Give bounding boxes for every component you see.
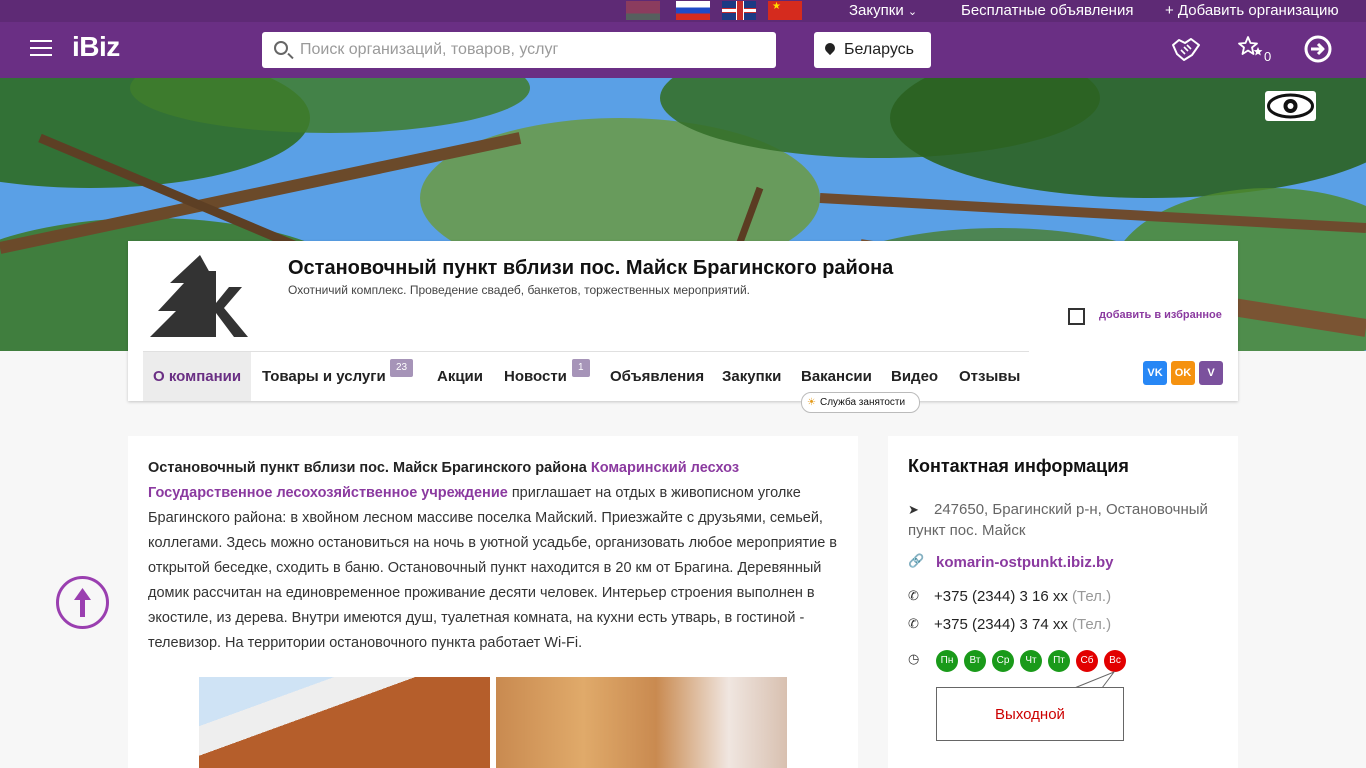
- tab-products[interactable]: Товары и услуги 23: [262, 352, 414, 401]
- flag-china-icon[interactable]: ★: [768, 1, 802, 20]
- day-tue[interactable]: Вт: [964, 650, 986, 672]
- logo[interactable]: iBiz: [72, 31, 120, 63]
- products-count-badge: 23: [390, 359, 414, 377]
- main-header: iBiz Беларусь 0: [0, 22, 1366, 78]
- tab-products-label: Товары и услуги: [262, 368, 386, 385]
- top-strip: ★ Закупки ⌄ Бесплатные объявления + Доба…: [0, 0, 1366, 22]
- flag-uk-icon[interactable]: [722, 1, 756, 20]
- favorite-checkbox[interactable]: [1068, 308, 1085, 325]
- phone-1-number: +375 (2344) 3 16 xx: [934, 588, 1068, 605]
- chevron-down-icon: ⌄: [907, 6, 918, 18]
- tab-news-label: Новости: [504, 368, 567, 385]
- day-mon[interactable]: Пн: [936, 650, 958, 672]
- company-logo: [150, 255, 248, 337]
- phone-icon: ✆: [908, 616, 919, 631]
- favorite-label[interactable]: добавить в избранное: [1099, 309, 1222, 321]
- purchases-menu[interactable]: Закупки ⌄: [849, 2, 917, 19]
- tab-about[interactable]: О компании: [143, 352, 252, 401]
- region-selector[interactable]: Беларусь: [814, 32, 931, 68]
- add-organization-link[interactable]: + Добавить организацию: [1165, 2, 1339, 19]
- phone-2-number: +375 (2344) 3 74 xx: [934, 616, 1068, 633]
- phone-1-type: (Тел.): [1072, 588, 1112, 605]
- eye-icon: [1267, 93, 1314, 119]
- vk-share-button[interactable]: VK: [1143, 361, 1167, 385]
- day-off-tooltip: Выходной: [936, 687, 1124, 741]
- day-wed[interactable]: Ср: [992, 650, 1014, 672]
- favorites-count: 0: [1264, 49, 1272, 64]
- phone-icon: ✆: [908, 588, 919, 603]
- website-link[interactable]: komarin-ostpunkt.ibiz.by: [936, 552, 1114, 573]
- jobs-service-tooltip[interactable]: Служба занятости: [801, 392, 920, 413]
- about-section: Остановочный пункт вблизи пос. Майск Бра…: [128, 436, 858, 768]
- news-count-badge: 1: [572, 359, 590, 377]
- handshake-icon[interactable]: [1170, 33, 1202, 65]
- tab-ads[interactable]: Объявления: [610, 352, 704, 401]
- contacts-panel: Контактная информация ➤ 247650, Брагинск…: [888, 436, 1238, 768]
- flag-belarus-icon[interactable]: [626, 1, 660, 20]
- tab-news[interactable]: Новости 1: [504, 352, 594, 401]
- arrow-up-icon: [74, 588, 91, 617]
- tab-purchases[interactable]: Закупки: [722, 352, 781, 401]
- location-pin-icon: [822, 40, 838, 56]
- phone-2-type: (Тел.): [1072, 616, 1112, 633]
- free-ads-link[interactable]: Бесплатные объявления: [961, 2, 1133, 19]
- login-icon[interactable]: [1302, 33, 1334, 65]
- day-thu[interactable]: Чт: [1020, 650, 1042, 672]
- flag-russia-icon[interactable]: [676, 1, 710, 20]
- scroll-to-top-button[interactable]: [56, 576, 109, 629]
- phone-2[interactable]: +375 (2344) 3 74 xx (Тел.): [934, 616, 1111, 633]
- clock-icon: ◷: [908, 651, 920, 666]
- lesхoz-link[interactable]: Комаринский лесхоз: [591, 460, 739, 476]
- menu-icon[interactable]: [30, 40, 52, 56]
- phone-1[interactable]: +375 (2344) 3 16 xx (Тел.): [934, 588, 1111, 605]
- day-sun[interactable]: Вс: [1104, 650, 1126, 672]
- day-sat[interactable]: Сб: [1076, 650, 1098, 672]
- search-icon: [274, 41, 288, 55]
- house-exterior-photo[interactable]: [199, 677, 490, 768]
- link-icon: 🔗: [908, 553, 925, 568]
- search-box[interactable]: [262, 32, 776, 68]
- address-text: 247650, Брагинский р-н, Остановочный пун…: [908, 501, 1208, 539]
- day-fri[interactable]: Пт: [1048, 650, 1070, 672]
- description-text: приглашает на отдых в живописном уголке …: [148, 485, 837, 651]
- company-card: Остановочный пункт вблизи пос. Майск Бра…: [128, 241, 1238, 401]
- search-input[interactable]: [300, 32, 760, 68]
- ok-share-button[interactable]: OK: [1171, 361, 1195, 385]
- company-title: Остановочный пункт вблизи пос. Майск Бра…: [288, 257, 894, 279]
- tab-promotions[interactable]: Акции: [437, 352, 483, 401]
- tab-reviews[interactable]: Отзывы: [959, 352, 1020, 401]
- accessibility-eye-button[interactable]: [1265, 91, 1316, 121]
- house-interior-photo[interactable]: [496, 677, 787, 768]
- state-enterprise-link[interactable]: Государственное лесохозяйственное учрежд…: [148, 485, 508, 501]
- description-lead: Остановочный пункт вблизи пос. Майск Бра…: [148, 460, 587, 476]
- viber-share-button[interactable]: V: [1199, 361, 1223, 385]
- company-description: Остановочный пункт вблизи пос. Майск Бра…: [148, 456, 838, 656]
- purchases-label: Закупки: [849, 2, 904, 19]
- company-subtitle: Охотничий комплекс. Проведение свадеб, б…: [288, 283, 751, 297]
- region-label: Беларусь: [844, 41, 914, 58]
- contacts-title: Контактная информация: [908, 456, 1129, 476]
